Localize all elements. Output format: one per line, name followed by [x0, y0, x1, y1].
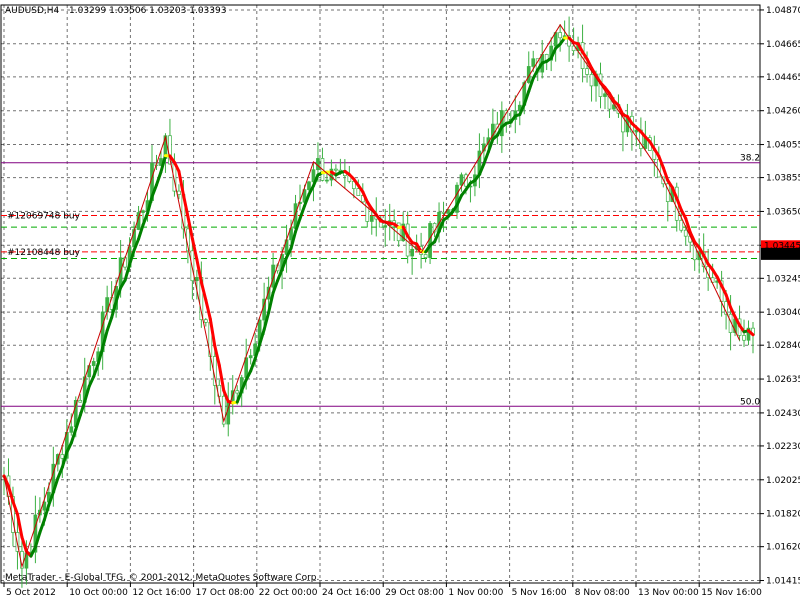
candle-body — [531, 58, 536, 67]
time-tick-label: 5 Nov 16:00 — [512, 588, 567, 598]
trend-segment — [154, 170, 163, 187]
trend-segment — [433, 229, 441, 244]
time-tick-label: 5 Oct 2012 — [6, 588, 56, 598]
candle-body — [60, 454, 65, 459]
candle-body — [459, 174, 464, 186]
time-tick-label: 24 Oct 16:00 — [322, 588, 381, 598]
chart-symbol-label: AUDUSD,H4 — [5, 6, 60, 16]
time-tick-label: 10 Oct 00:00 — [69, 588, 128, 598]
price-axis: 1.04870 1.04665 1.04465 1.04260 1.04055 1.038… — [760, 6, 800, 587]
trend-segment — [87, 375, 96, 388]
price-tick-label: 1.04870 — [766, 6, 800, 16]
time-tick-label: 8 Nov 08:00 — [575, 588, 630, 598]
candle-body — [423, 254, 428, 258]
price-tick-label: 1.02635 — [766, 375, 800, 385]
trend-segment — [204, 298, 212, 321]
price-tick-label: 1.03855 — [766, 174, 800, 184]
fibo-level-label: 38.2 — [740, 154, 760, 164]
time-tick-label: 1 Nov 00:00 — [448, 588, 503, 598]
price-tick-label: 1.01415 — [766, 577, 800, 587]
trend-segment — [78, 400, 87, 417]
trend-segment — [249, 357, 257, 373]
time-tick-label: 17 Oct 08:00 — [196, 588, 255, 598]
order-label: #12108448 buy — [7, 248, 81, 258]
candle-body — [683, 229, 688, 237]
price-tick-label: 1.02025 — [766, 476, 800, 486]
candle-body — [334, 168, 338, 171]
price-tick-label: 1.03650 — [766, 207, 800, 217]
order-label: #12069748 buy — [7, 212, 81, 222]
price-tick-label: 1.02430 — [766, 409, 800, 419]
trend-segment — [56, 465, 64, 480]
trend-segment — [298, 204, 306, 221]
time-tick-label: 15 Nov 16:00 — [701, 588, 762, 598]
price-tick-label: 1.03245 — [766, 274, 800, 284]
trend-indicator — [2, 36, 755, 558]
candle-body — [679, 219, 684, 231]
candle-body — [589, 74, 594, 87]
candle-body — [369, 215, 374, 222]
candle-body — [410, 248, 414, 257]
candle-body — [235, 390, 240, 394]
chart-ohlc-label: 1.03299 1.03506 1.03203 1.03393 — [69, 6, 226, 16]
time-tick-label: 12 Oct 16:00 — [132, 588, 191, 598]
candle-body — [742, 335, 746, 341]
trend-segment — [38, 518, 46, 535]
candle-body — [203, 319, 208, 323]
candle-body — [441, 211, 446, 214]
candle-body — [558, 32, 562, 39]
candle-body — [91, 361, 96, 366]
price-chart[interactable]: 38.2 50.0 #12069748 buy #12108448 buy 1.04… — [0, 0, 800, 600]
price-tick-label: 1.03040 — [766, 308, 800, 318]
trend-segment — [20, 535, 28, 553]
candle-body — [307, 181, 311, 190]
price-tick-label: 1.01820 — [766, 510, 800, 520]
time-axis: 5 Oct 2012 10 Oct 00:00 12 Oct 16:00 17 Oct… — [3, 583, 762, 598]
time-tick-label: 13 Nov 00:00 — [638, 588, 699, 598]
candle-body — [195, 277, 199, 282]
trend-segment — [105, 316, 114, 333]
trend-segment — [141, 211, 150, 227]
candle-body — [141, 210, 145, 213]
copyright-label: MetaTrader - E-Global TFG, © 2001-2012, … — [5, 573, 319, 583]
price-tick-label: 1.02230 — [766, 442, 800, 452]
candle-body — [316, 158, 320, 171]
price-tick-label: 1.04665 — [766, 40, 800, 50]
price-tick-label: 1.04465 — [766, 73, 800, 83]
price-tick-label: 1.01620 — [766, 543, 800, 553]
fibo-level-label: 50.0 — [740, 397, 760, 407]
candle-body — [585, 68, 589, 75]
chart-window[interactable]: 38.2 50.0 #12069748 buy #12108448 buy 1.04… — [0, 0, 800, 600]
candle-body — [383, 225, 388, 228]
trend-segment — [29, 545, 37, 558]
price-tick-label: 1.04055 — [766, 141, 800, 151]
price-tick-label: 1.04260 — [766, 107, 800, 117]
candle-body — [356, 188, 361, 196]
candle-body — [78, 400, 83, 403]
current-price-label: 1.03393 — [764, 250, 800, 260]
price-tick-label: 1.02840 — [766, 341, 800, 351]
candle-body — [248, 355, 253, 359]
time-tick-label: 29 Oct 08:00 — [385, 588, 444, 598]
candle-body — [69, 426, 74, 433]
fibonacci-levels: 38.2 50.0 — [1, 154, 760, 407]
candle-body — [325, 179, 329, 182]
time-tick-label: 22 Oct 00:00 — [259, 588, 318, 598]
candle-body — [177, 190, 181, 195]
trend-segment — [482, 150, 490, 166]
candle-body — [603, 93, 607, 97]
